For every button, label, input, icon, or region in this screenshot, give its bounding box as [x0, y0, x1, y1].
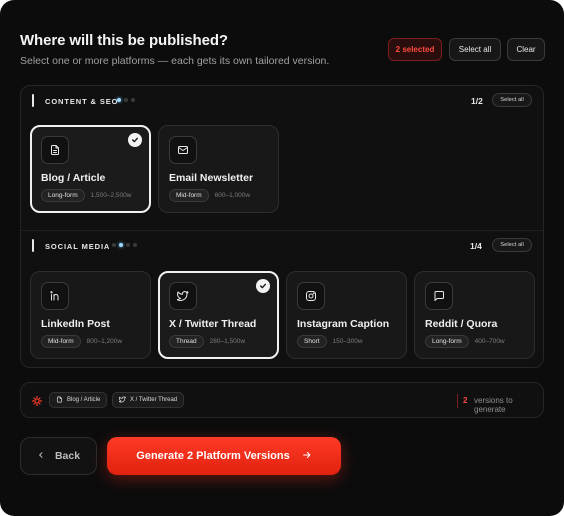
card-meta: Thread 280–1,500w	[169, 335, 245, 348]
card-title: X / Twitter Thread	[169, 318, 257, 330]
generate-button[interactable]: Generate 2 Platform Versions	[107, 437, 341, 475]
platform-card-email-newsletter[interactable]: Email Newsletter Mid-form 600–1,000w	[158, 125, 279, 213]
word-range: 400–700w	[474, 338, 505, 345]
selected-count-badge[interactable]: 2 selected	[388, 38, 442, 61]
summary-chip-blog-article[interactable]: Blog / Article	[49, 392, 108, 408]
platform-card-instagram-caption[interactable]: Instagram Caption Short 150–300w	[286, 271, 407, 359]
linkedin-icon	[41, 282, 69, 310]
section-count-content-seo: 1/2	[471, 96, 483, 106]
platform-groups: CONTENT & SEO 1/2 Select all Blog / Arti…	[20, 85, 544, 368]
mail-icon	[169, 136, 197, 164]
card-meta: Short 150–300w	[297, 335, 363, 348]
progress-dot	[112, 243, 116, 247]
platform-card-reddit-quora[interactable]: Reddit / Quora Long-form 400–700w	[414, 271, 535, 359]
instagram-icon	[297, 282, 325, 310]
platform-card-blog-article[interactable]: Blog / Article Long-form 1,500–2,500w	[30, 125, 151, 213]
card-meta: Mid-form 600–1,000w	[169, 189, 250, 202]
card-title: Reddit / Quora	[425, 318, 498, 330]
word-range: 600–1,000w	[214, 192, 251, 199]
section-title-content-seo: CONTENT & SEO	[45, 97, 119, 106]
document-icon	[56, 396, 63, 405]
card-title: Instagram Caption	[297, 318, 390, 330]
twitter-icon	[169, 282, 197, 310]
twitter-icon	[118, 396, 126, 405]
selection-summary-bar: Blog / Article X / Twitter Thread 2 vers…	[20, 382, 544, 418]
card-meta: Long-form 1,500–2,500w	[41, 189, 131, 202]
length-tag: Long-form	[41, 189, 85, 202]
clear-button[interactable]: Clear	[507, 38, 545, 61]
check-icon	[128, 133, 142, 147]
select-all-button[interactable]: Select all	[449, 38, 501, 61]
length-tag: Short	[297, 335, 327, 348]
chat-bubble-icon	[425, 282, 453, 310]
platform-card-x-twitter-thread[interactable]: X / Twitter Thread Thread 280–1,500w	[158, 271, 279, 359]
chip-label: Blog / Article	[67, 397, 101, 403]
versions-count: 2	[463, 396, 468, 405]
word-range: 1,500–2,500w	[90, 192, 132, 199]
length-tag: Mid-form	[41, 335, 81, 348]
card-title: LinkedIn Post	[41, 318, 110, 330]
card-title: Blog / Article	[41, 172, 106, 184]
versions-label: versions to generate	[474, 396, 513, 414]
chevron-left-icon	[37, 450, 45, 462]
word-range: 280–1,500w	[209, 338, 246, 345]
platform-card-linkedin-post[interactable]: LinkedIn Post Mid-form 800–1,200w	[30, 271, 151, 359]
section-accent-bar	[32, 239, 34, 252]
section-progress-dots	[117, 98, 135, 102]
check-icon	[256, 279, 270, 293]
arrow-right-icon	[302, 450, 312, 463]
length-tag: Thread	[169, 335, 204, 348]
summary-chip-x-twitter-thread[interactable]: X / Twitter Thread	[112, 392, 185, 408]
word-range: 800–1,200w	[86, 338, 123, 345]
section-divider	[21, 230, 543, 231]
platform-picker-panel: Where will this be published? Select one…	[0, 0, 564, 516]
chip-label: X / Twitter Thread	[130, 397, 178, 403]
progress-dot-active	[119, 243, 123, 247]
summary-separator	[457, 394, 458, 408]
section-select-all-social-media[interactable]: Select all	[492, 238, 532, 252]
back-button[interactable]: Back	[20, 437, 97, 475]
section-select-all-content-seo[interactable]: Select all	[492, 93, 532, 107]
sparkle-icon	[31, 394, 43, 412]
document-icon	[41, 136, 69, 164]
card-title: Email Newsletter	[169, 172, 254, 184]
word-range: 150–300w	[332, 338, 363, 345]
progress-dot	[131, 98, 135, 102]
section-title-social-media: SOCIAL MEDIA	[45, 242, 111, 251]
progress-dot	[124, 98, 128, 102]
section-progress-dots	[112, 243, 137, 247]
page-title: Where will this be published?	[20, 32, 228, 49]
length-tag: Long-form	[425, 335, 469, 348]
card-meta: Long-form 400–700w	[425, 335, 505, 348]
back-label: Back	[54, 450, 81, 462]
progress-dot-active	[117, 98, 121, 102]
card-meta: Mid-form 800–1,200w	[41, 335, 122, 348]
section-count-social-media: 1/4	[470, 241, 482, 251]
progress-dot	[126, 243, 130, 247]
progress-dot	[133, 243, 137, 247]
generate-label: Generate 2 Platform Versions	[136, 450, 290, 462]
section-accent-bar	[32, 94, 34, 107]
page-subtitle: Select one or more platforms — each gets…	[20, 55, 330, 67]
length-tag: Mid-form	[169, 189, 209, 202]
